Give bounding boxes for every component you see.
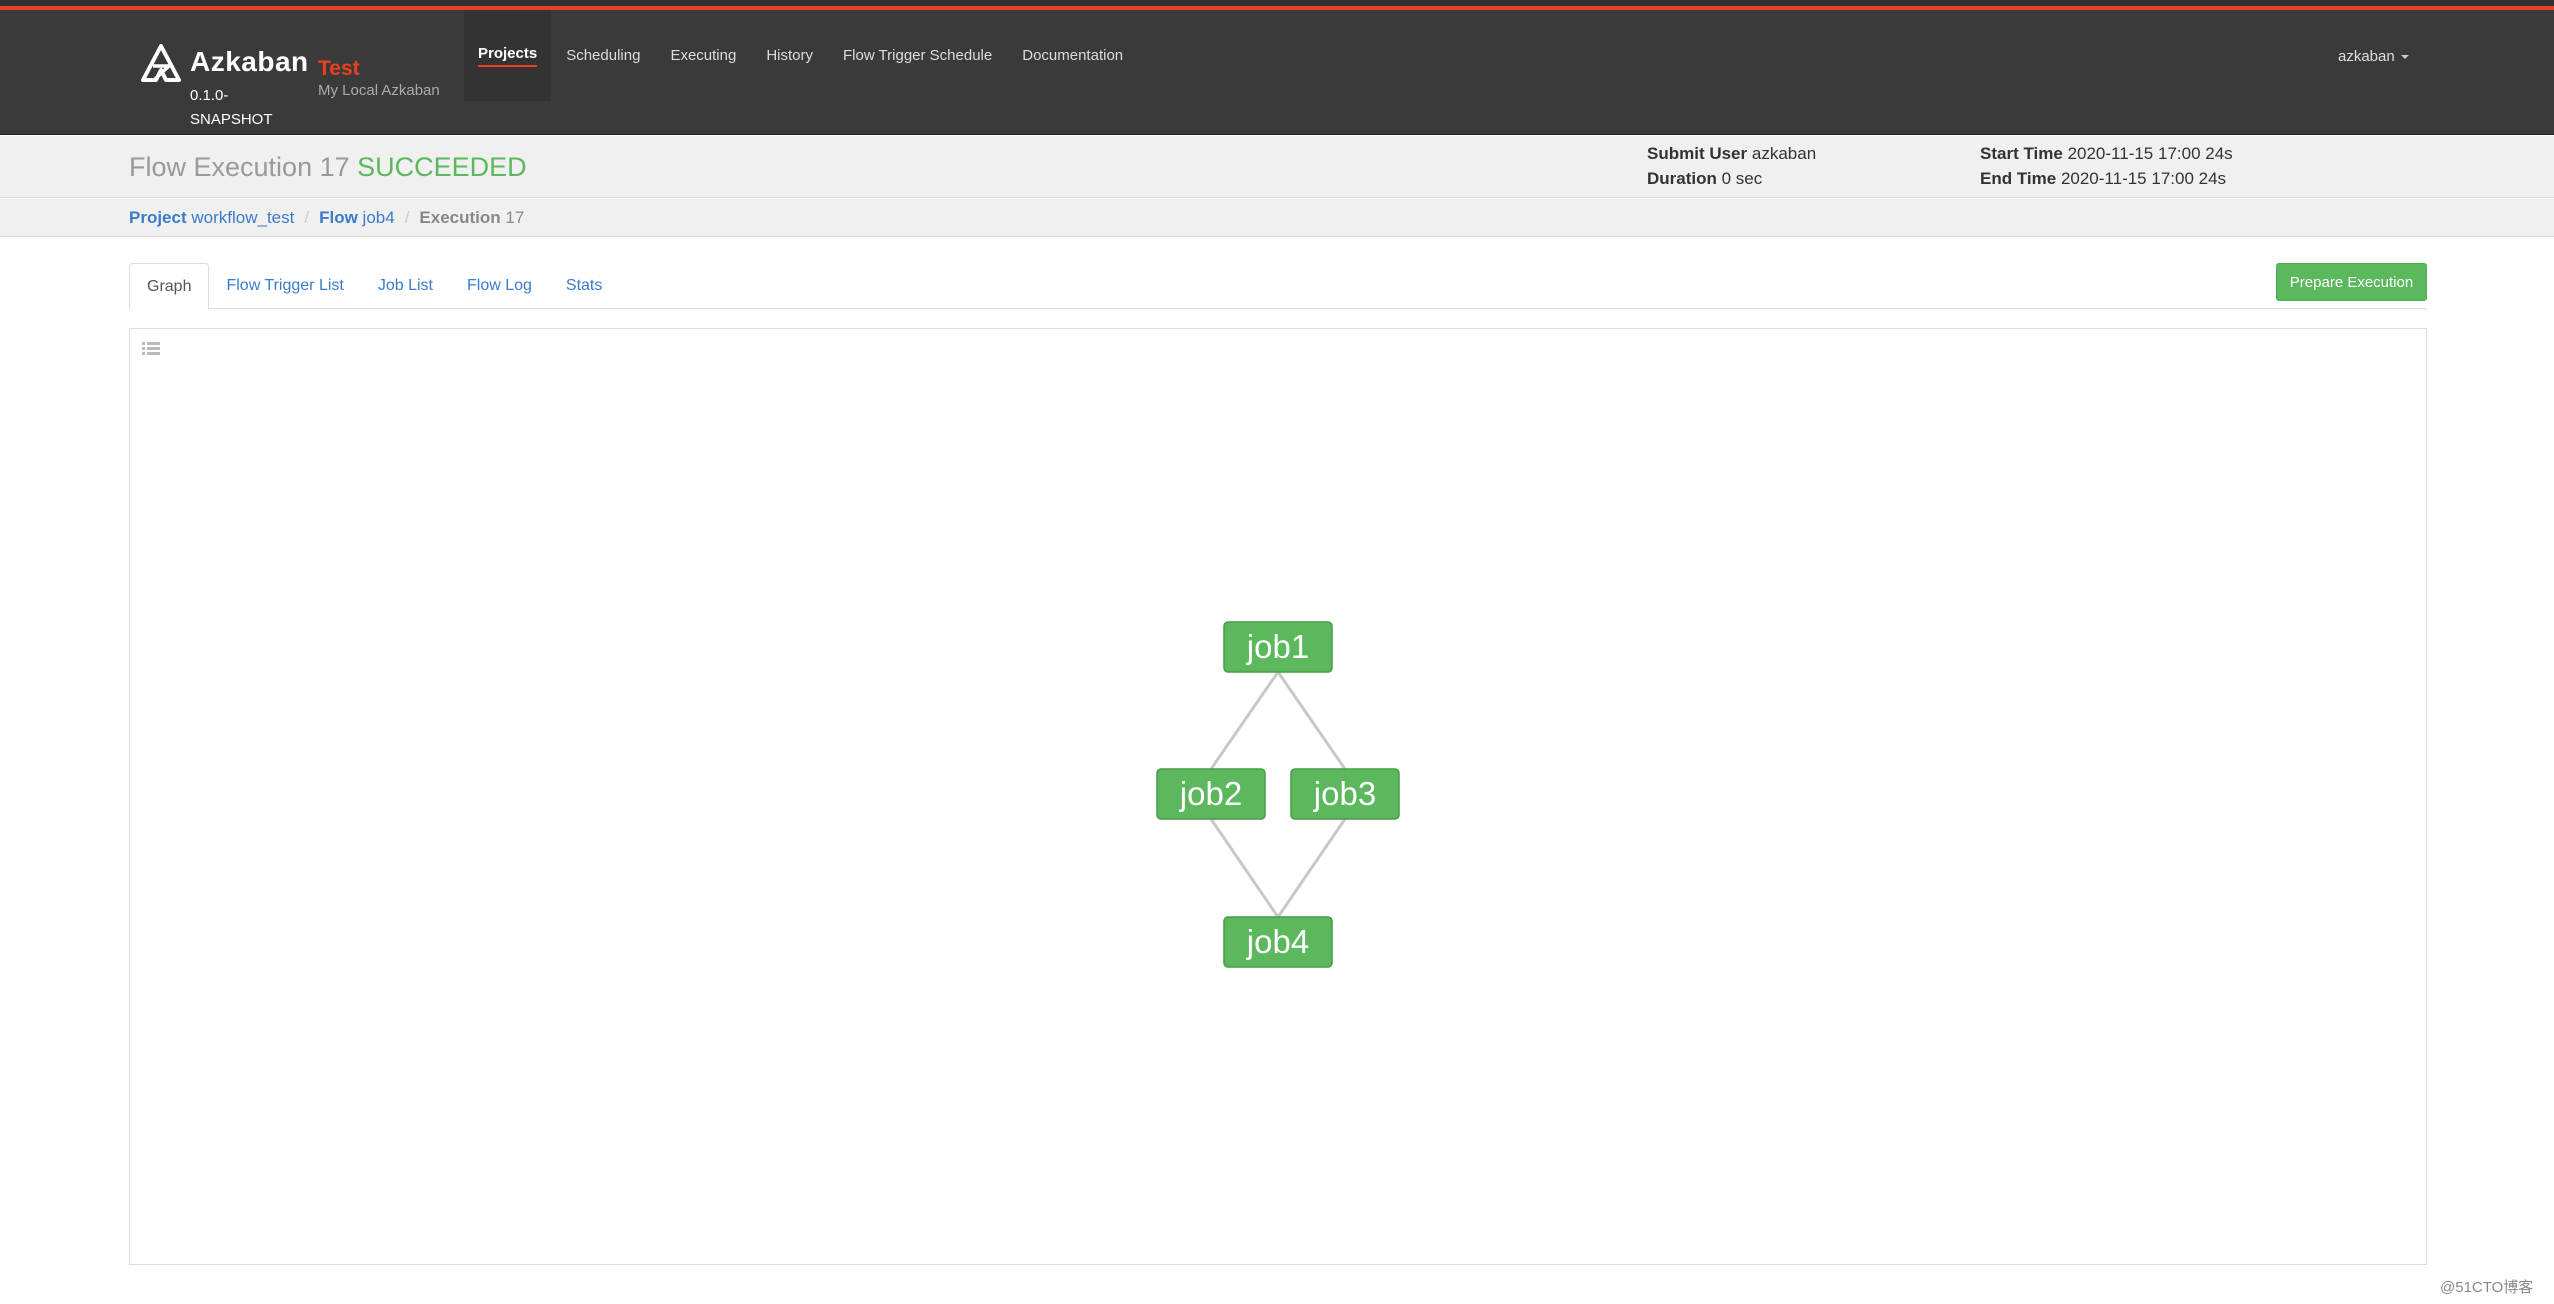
tab-stats[interactable]: Stats <box>549 263 619 309</box>
duration: Duration 0 sec <box>1647 169 1762 189</box>
breadcrumb-separator: / <box>404 208 410 227</box>
submit-user-value: azkaban <box>1751 144 1817 163</box>
breadcrumb-flow[interactable]: Flow job4 <box>319 208 395 228</box>
nav-executing[interactable]: Executing <box>655 10 751 101</box>
breadcrumb-execution-value: 17 <box>505 208 525 227</box>
prepare-execution-button[interactable]: Prepare Execution <box>2276 263 2427 301</box>
graph-edge-job1-job3 <box>1276 671 1347 770</box>
tab-flow-trigger-list[interactable]: Flow Trigger List <box>209 263 360 309</box>
navbar: Azkaban 0.1.0-SNAPSHOT Test My Local Azk… <box>0 10 2554 135</box>
azkaban-logo-icon <box>141 44 181 82</box>
duration-value: 0 sec <box>1721 169 1763 188</box>
breadcrumb-project-value: workflow_test <box>191 208 295 227</box>
breadcrumb-bar: Project workflow_test / Flow job4 / Exec… <box>0 199 2554 237</box>
env-description: My Local Azkaban <box>318 82 440 99</box>
graph-node-label: job2 <box>1179 775 1242 812</box>
status-badge: SUCCEEDED <box>357 152 527 182</box>
breadcrumb-flow-label: Flow <box>319 208 358 227</box>
execution-tabs: Graph Flow Trigger List Job List Flow Lo… <box>129 263 2427 310</box>
breadcrumb-project[interactable]: Project workflow_test <box>129 208 294 228</box>
start-time-value: 2020-11-15 17:00 24s <box>2067 144 2233 163</box>
start-time: Start Time 2020-11-15 17:00 24s <box>1980 144 2233 164</box>
watermark: @51CTO博客 <box>2440 1279 2534 1296</box>
breadcrumb-execution-label: Execution <box>419 208 501 227</box>
end-time: End Time 2020-11-15 17:00 24s <box>1980 169 2226 189</box>
graph-edge-job3-job4 <box>1276 818 1347 918</box>
end-time-label: End Time <box>1980 169 2057 188</box>
nav-documentation[interactable]: Documentation <box>1007 10 1138 101</box>
breadcrumb-flow-value: job4 <box>362 208 395 227</box>
nav-flow-trigger-schedule[interactable]: Flow Trigger Schedule <box>828 10 1007 101</box>
nav-projects[interactable]: Projects <box>464 10 552 101</box>
graph-edge-job2-job4 <box>1209 818 1280 918</box>
nav-history[interactable]: History <box>751 10 828 101</box>
user-name: azkaban <box>2338 48 2395 65</box>
page-title-prefix: Flow Execution 17 <box>129 152 350 182</box>
chevron-down-icon <box>2400 54 2409 59</box>
breadcrumb-separator: / <box>304 208 310 227</box>
page-title: Flow Execution 17 SUCCEEDED <box>129 152 527 183</box>
graph-node-job1[interactable]: job1 <box>1223 621 1333 673</box>
nav-projects-label: Projects <box>478 45 538 67</box>
end-time-value: 2020-11-15 17:00 24s <box>2060 169 2227 188</box>
breadcrumb-project-label: Project <box>129 208 187 227</box>
env-name: Test <box>318 57 360 80</box>
brand-name: Azkaban <box>190 46 309 77</box>
graph-node-job3[interactable]: job3 <box>1290 768 1400 820</box>
user-menu[interactable]: azkaban <box>2338 48 2409 65</box>
breadcrumb-execution: Execution 17 <box>419 208 524 228</box>
nav-scheduling[interactable]: Scheduling <box>551 10 655 101</box>
graph-panel[interactable]: job1 job2 job3 job4 <box>129 328 2427 1265</box>
graph-node-job4[interactable]: job4 <box>1223 916 1333 968</box>
tab-graph[interactable]: Graph <box>129 263 210 310</box>
graph-node-label: job1 <box>1246 628 1309 665</box>
top-accent-bar <box>0 0 2554 11</box>
submit-user-label: Submit User <box>1647 144 1748 163</box>
main-nav: Projects Scheduling Executing History Fl… <box>464 10 1138 101</box>
graph-node-label: job3 <box>1313 775 1376 812</box>
graph-node-job2[interactable]: job2 <box>1156 768 1266 820</box>
brand-version: 0.1.0-SNAPSHOT <box>190 87 273 128</box>
flow-graph[interactable]: job1 job2 job3 job4 <box>130 329 2428 1266</box>
submit-user: Submit User azkaban <box>1647 144 1816 164</box>
duration-label: Duration <box>1647 169 1717 188</box>
graph-edge-job1-job2 <box>1209 671 1280 770</box>
start-time-label: Start Time <box>1980 144 2063 163</box>
tab-flow-log[interactable]: Flow Log <box>450 263 549 309</box>
execution-header: Flow Execution 17 SUCCEEDED Submit User … <box>0 136 2554 198</box>
breadcrumb: Project workflow_test / Flow job4 / Exec… <box>129 208 524 228</box>
tab-job-list[interactable]: Job List <box>361 263 450 309</box>
graph-node-label: job4 <box>1246 923 1309 960</box>
